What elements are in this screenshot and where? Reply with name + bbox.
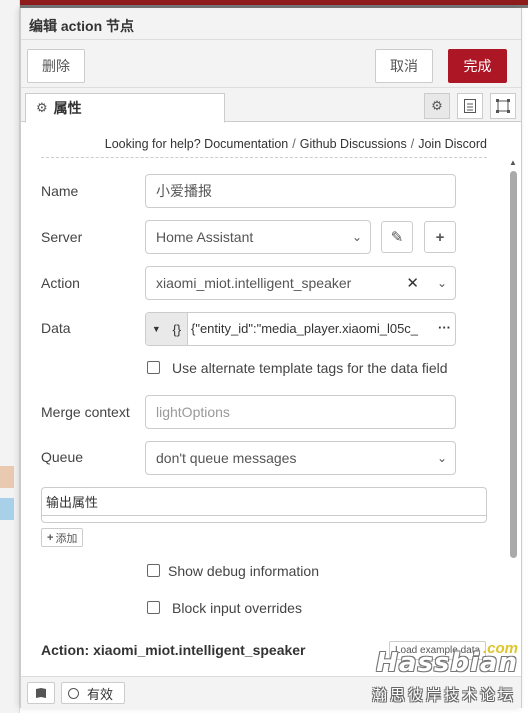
done-button[interactable]: 完成 — [448, 49, 507, 83]
debug-checkbox[interactable] — [147, 564, 160, 577]
json-type-icon: {} — [172, 321, 182, 337]
queue-select-value: don't queue messages — [156, 450, 297, 466]
server-select[interactable]: Home Assistant ⌄ — [145, 220, 371, 254]
ellipsis-icon[interactable]: ··· — [438, 320, 451, 335]
add-button-label: 添加 — [55, 532, 78, 545]
edit-server-button[interactable]: ✎ — [381, 221, 413, 253]
block-overrides-label: Block input overrides — [172, 600, 302, 616]
properties-content: Looking for help? Documentation / Github D… — [21, 123, 521, 668]
plus-icon: + — [47, 531, 54, 544]
enabled-label: 有效 — [87, 686, 114, 702]
book-icon[interactable] — [27, 682, 55, 704]
block-overrides-checkbox[interactable] — [147, 601, 160, 614]
tray-title: 编辑 action 节点 — [21, 8, 521, 40]
merge-context-placeholder: lightOptions — [156, 404, 230, 420]
output-properties-label: 输出属性 — [46, 495, 99, 510]
action-select[interactable]: xiaomi_miot.intelligent_speaker ✕ ⌄ — [145, 266, 456, 300]
action-select-value: xiaomi_miot.intelligent_speaker — [156, 275, 352, 291]
help-links: Looking for help? Documentation / Github D… — [41, 137, 487, 158]
chevron-down-icon: ⌄ — [436, 451, 447, 465]
canvas-node-fragment — [0, 466, 14, 488]
data-label: Data — [41, 320, 71, 336]
clear-icon[interactable]: ✕ — [406, 274, 419, 292]
alt-template-label: Use alternate template tags for the data… — [172, 360, 448, 376]
scroll-down-icon[interactable]: ▼ — [509, 654, 517, 663]
name-input-value: 小爱播报 — [156, 183, 212, 199]
scrollbar[interactable]: ▲ ▼ — [507, 158, 519, 663]
action-label: Action — [41, 275, 80, 291]
queue-select[interactable]: don't queue messages ⌄ — [145, 441, 456, 475]
add-server-button[interactable]: + — [424, 221, 456, 253]
canvas-node-fragment — [0, 498, 14, 520]
circle-icon — [68, 687, 79, 699]
tab-properties-label: 属性 — [53, 100, 82, 116]
tab-properties[interactable]: ⚙ 属性 — [25, 93, 225, 123]
name-input[interactable]: 小爱播报 — [145, 174, 456, 208]
caret-down-icon: ▼ — [151, 324, 161, 334]
data-input-value: {"entity_id":"media_player.xiaomi_l05c_ — [191, 321, 419, 336]
server-select-value: Home Assistant — [156, 229, 254, 245]
chevron-down-icon: ⌄ — [351, 230, 362, 244]
add-property-button[interactable]: + 添加 — [41, 528, 84, 547]
load-example-button[interactable]: Load example data — [389, 641, 487, 660]
server-label: Server — [41, 229, 83, 245]
debug-label: Show debug information — [168, 563, 319, 579]
alt-template-checkbox[interactable] — [147, 361, 160, 374]
name-label: Name — [41, 183, 79, 199]
data-type-selector[interactable]: ▼ {} — [146, 313, 188, 345]
description-tab-icon[interactable] — [457, 93, 483, 119]
merge-context-label: Merge context — [41, 404, 130, 420]
data-typed-input[interactable]: ▼ {} {"entity_id":"media_player.xiaomi_l… — [145, 312, 456, 346]
enabled-toggle[interactable]: 有效 — [61, 682, 125, 704]
cancel-button[interactable]: 取消 — [375, 49, 433, 83]
settings-tab-icon[interactable]: ⚙ — [424, 93, 450, 119]
output-properties-list: 输出属性 — [41, 487, 487, 523]
tray-footer: 有效 — [21, 676, 521, 708]
tabs-row: ⚙ 属性 ⚙ — [21, 88, 521, 123]
appearance-tab-icon[interactable] — [490, 93, 516, 119]
pencil-icon: ✎ — [390, 229, 404, 246]
gear-icon: ⚙ — [36, 100, 48, 115]
flow-canvas-background — [0, 0, 20, 713]
action-info-heading: Action: xiaomi_miot.intelligent_speaker — [41, 642, 306, 658]
documentation-link[interactable]: Documentation — [204, 137, 288, 151]
join-discord-link[interactable]: Join Discord — [418, 137, 487, 151]
edit-tray: 编辑 action 节点 删除 取消 完成 ⚙ 属性 ⚙ Looking for… — [20, 8, 522, 708]
merge-context-input[interactable]: lightOptions — [145, 395, 456, 429]
scroll-up-icon[interactable]: ▲ — [509, 158, 517, 167]
scroll-thumb[interactable] — [510, 171, 517, 558]
plus-icon: + — [435, 228, 445, 246]
chevron-down-icon[interactable]: ⌄ — [437, 276, 447, 290]
list-divider — [42, 515, 486, 522]
delete-button[interactable]: 删除 — [27, 49, 85, 83]
tray-toolbar: 删除 取消 完成 — [21, 40, 521, 88]
queue-label: Queue — [41, 449, 84, 465]
help-prefix: Looking for help? — [104, 137, 201, 151]
github-discussions-link[interactable]: Github Discussions — [300, 137, 407, 151]
